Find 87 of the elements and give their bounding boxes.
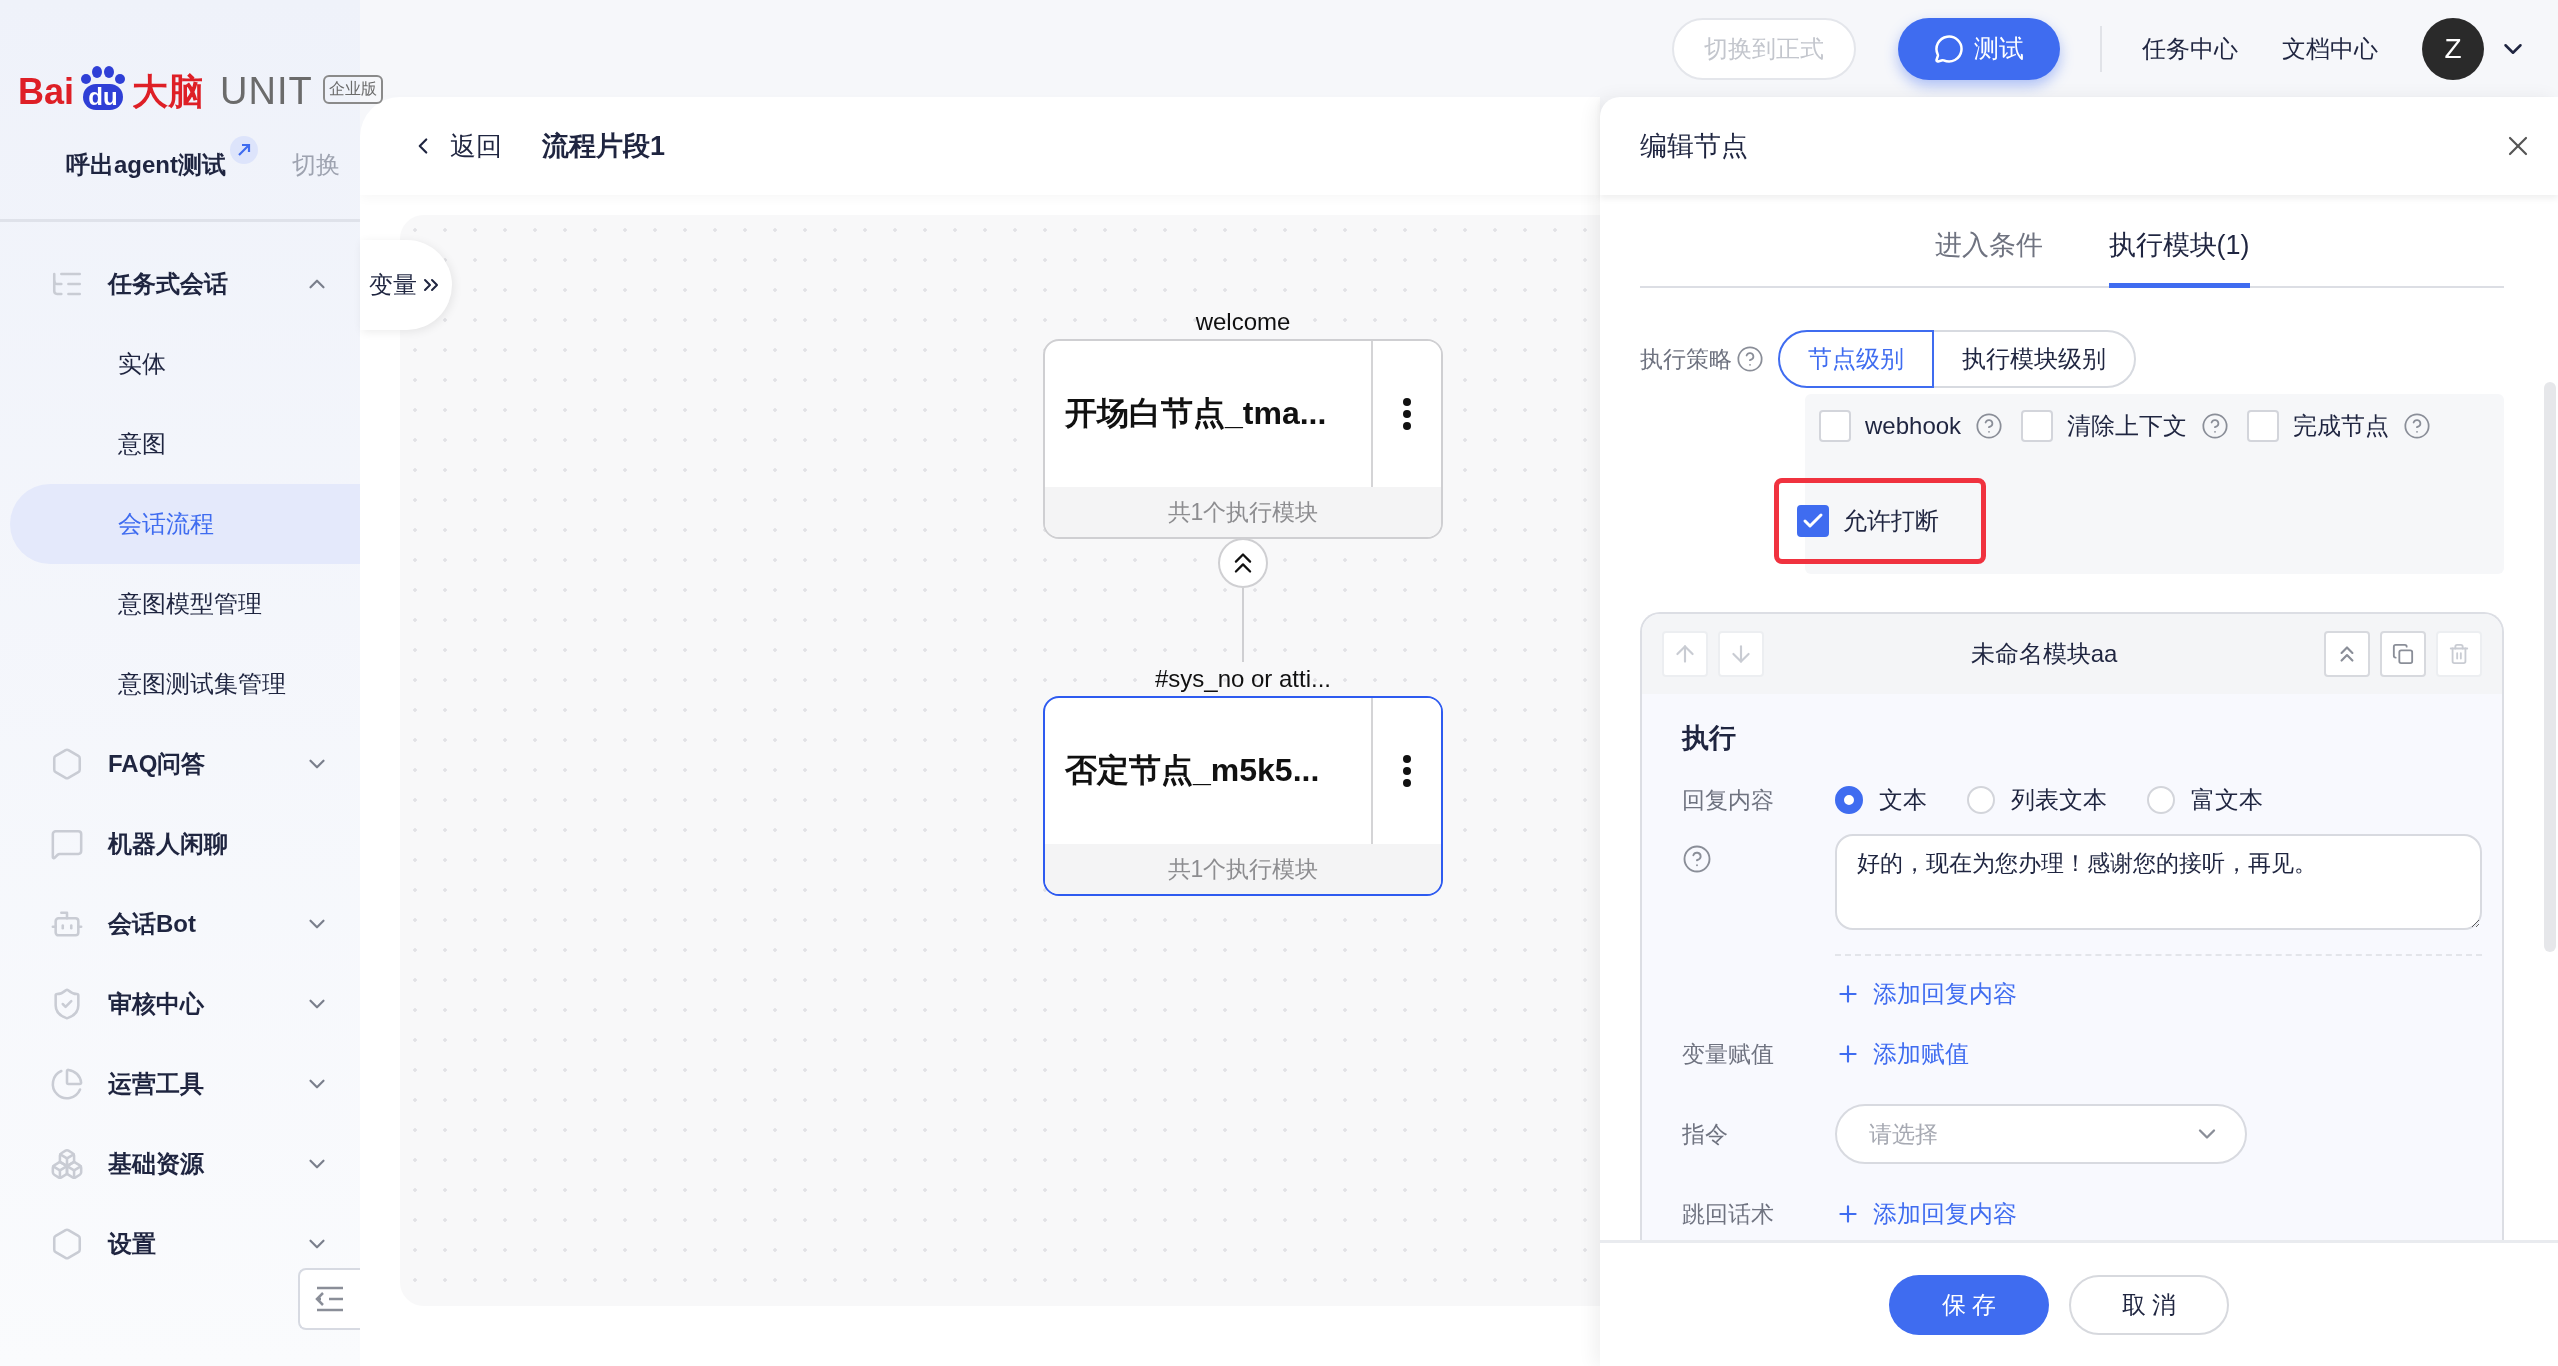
node-menu-button[interactable] bbox=[1371, 341, 1441, 487]
add-assignment-link[interactable]: 添加赋值 bbox=[1835, 1037, 1969, 1070]
sidebar-item[interactable]: FAQ问答 bbox=[0, 724, 360, 804]
add-reply-link[interactable]: 添加回复内容 bbox=[1835, 977, 2017, 1010]
collapse-sidebar-button[interactable] bbox=[298, 1268, 360, 1330]
edition-badge: 企业版 bbox=[322, 75, 383, 104]
radio-button[interactable] bbox=[1835, 786, 1863, 814]
radio-label: 文本 bbox=[1879, 785, 1927, 815]
strategy-option[interactable]: 执行模块级别 bbox=[1932, 330, 2136, 388]
section-title: 执行 bbox=[1682, 722, 1737, 755]
move-up-button[interactable] bbox=[1662, 631, 1708, 677]
variables-tab[interactable]: 变量 bbox=[360, 240, 452, 330]
help-icon[interactable] bbox=[1736, 345, 1764, 373]
back-link[interactable]: 返回 bbox=[410, 128, 502, 164]
collapse-button[interactable] bbox=[2324, 631, 2370, 677]
radio-label: 富文本 bbox=[2191, 785, 2263, 815]
sidebar-item[interactable]: 运营工具 bbox=[0, 1044, 360, 1124]
module-title: 未命名模块aa bbox=[1969, 639, 2119, 669]
copy-icon bbox=[2392, 643, 2414, 665]
sidebar-item[interactable]: 基础资源 bbox=[0, 1124, 360, 1204]
checkbox-label: 完成节点 bbox=[2293, 411, 2390, 441]
field-label: 跳回话术 bbox=[1682, 1199, 1775, 1229]
collapse-icon bbox=[315, 1286, 345, 1312]
sidebar-item[interactable]: 会话Bot bbox=[0, 884, 360, 964]
paw-toes-icon bbox=[80, 66, 127, 84]
sidebar-item[interactable]: 任务式会话 bbox=[0, 244, 360, 324]
product-name: UNIT bbox=[220, 72, 313, 110]
trash-icon bbox=[2448, 643, 2470, 665]
pie-chart-icon bbox=[50, 1067, 84, 1101]
nav-link[interactable]: 文档中心 bbox=[2282, 32, 2378, 65]
help-icon[interactable] bbox=[1975, 412, 2004, 440]
delete-button[interactable] bbox=[2436, 631, 2482, 677]
panel-tab[interactable]: 执行模块(1) bbox=[2108, 221, 2250, 288]
chat-icon bbox=[50, 827, 84, 861]
node-footer: 共1个执行模块 bbox=[1045, 487, 1441, 537]
flow-node[interactable]: 开场白节点_tma... 共1个执行模块 bbox=[1043, 339, 1443, 539]
settings-icon bbox=[50, 1227, 84, 1261]
move-down-button[interactable] bbox=[1718, 631, 1764, 677]
checkbox[interactable] bbox=[1797, 505, 1829, 537]
logo-text: Bai bbox=[18, 74, 75, 110]
test-button[interactable]: 测试 bbox=[1898, 17, 2060, 80]
node-label: welcome bbox=[1195, 307, 1291, 337]
external-link-icon[interactable] bbox=[230, 135, 258, 164]
add-reply-link[interactable]: 添加回复内容 bbox=[1835, 1197, 2017, 1230]
field-label: 执行策略 bbox=[1640, 344, 1732, 374]
sidebar-subitem[interactable]: 意图模型管理 bbox=[10, 564, 360, 644]
help-icon[interactable] bbox=[2403, 412, 2432, 440]
project-name: 呼出agent测试 bbox=[66, 149, 226, 180]
radio-label: 列表文本 bbox=[2011, 785, 2107, 815]
sidebar-subitem[interactable]: 意图 bbox=[10, 404, 360, 484]
node-title: 开场白节点_tma... bbox=[1064, 394, 1328, 433]
logo-text: 大脑 bbox=[132, 74, 205, 110]
field-label: 指令 bbox=[1682, 1119, 1729, 1149]
node-title: 否定节点_m5k5... bbox=[1064, 751, 1321, 790]
panel-tab[interactable]: 进入条件 bbox=[1934, 221, 2043, 288]
help-icon[interactable] bbox=[2201, 412, 2230, 440]
field-label: 变量赋值 bbox=[1682, 1039, 1775, 1069]
sidebar-item[interactable]: 设置 bbox=[0, 1204, 360, 1284]
checkbox-label: webhook bbox=[1865, 412, 1962, 440]
more-icon bbox=[1403, 398, 1411, 430]
sidebar-subitem[interactable]: 实体 bbox=[10, 324, 360, 404]
more-icon bbox=[1403, 755, 1411, 787]
cancel-button[interactable]: 取 消 bbox=[2069, 1274, 2229, 1335]
checkbox-label: 允许打断 bbox=[1843, 506, 1939, 536]
sidebar-item[interactable]: 审核中心 bbox=[0, 964, 360, 1044]
copy-button[interactable] bbox=[2380, 631, 2426, 677]
page-title: 流程片段1 bbox=[542, 130, 666, 163]
panel-title: 编辑节点 bbox=[1640, 130, 1748, 163]
nav-link[interactable]: 任务中心 bbox=[2142, 32, 2238, 65]
user-avatar[interactable]: Z bbox=[2422, 17, 2484, 80]
collapse-toggle[interactable] bbox=[1218, 538, 1268, 588]
flow-node[interactable]: 否定节点_m5k5... 共1个执行模块 bbox=[1043, 696, 1443, 896]
help-icon[interactable] bbox=[1682, 844, 1712, 874]
paw-logo: du bbox=[83, 84, 123, 110]
save-button[interactable]: 保 存 bbox=[1889, 1274, 2049, 1335]
strategy-option[interactable]: 节点级别 bbox=[1778, 330, 1934, 388]
field-label: 回复内容 bbox=[1682, 785, 1775, 815]
node-label: #sys_no or atti... bbox=[1154, 664, 1332, 694]
node-menu-button[interactable] bbox=[1371, 698, 1441, 844]
chat-bubble-icon bbox=[1934, 33, 1964, 64]
scrollbar[interactable] bbox=[2544, 382, 2556, 952]
reply-text-field[interactable]: 好的，现在为您办理！感谢您的接听，再见。 bbox=[1835, 834, 2482, 930]
checkbox-label: 清除上下文 bbox=[2067, 411, 2188, 441]
sidebar-subitem[interactable]: 会话流程 bbox=[10, 484, 360, 564]
node-footer: 共1个执行模块 bbox=[1045, 844, 1441, 894]
sidebar-item[interactable]: 机器人闲聊 bbox=[0, 804, 360, 884]
sidebar-subitem[interactable]: 意图测试集管理 bbox=[10, 644, 360, 724]
